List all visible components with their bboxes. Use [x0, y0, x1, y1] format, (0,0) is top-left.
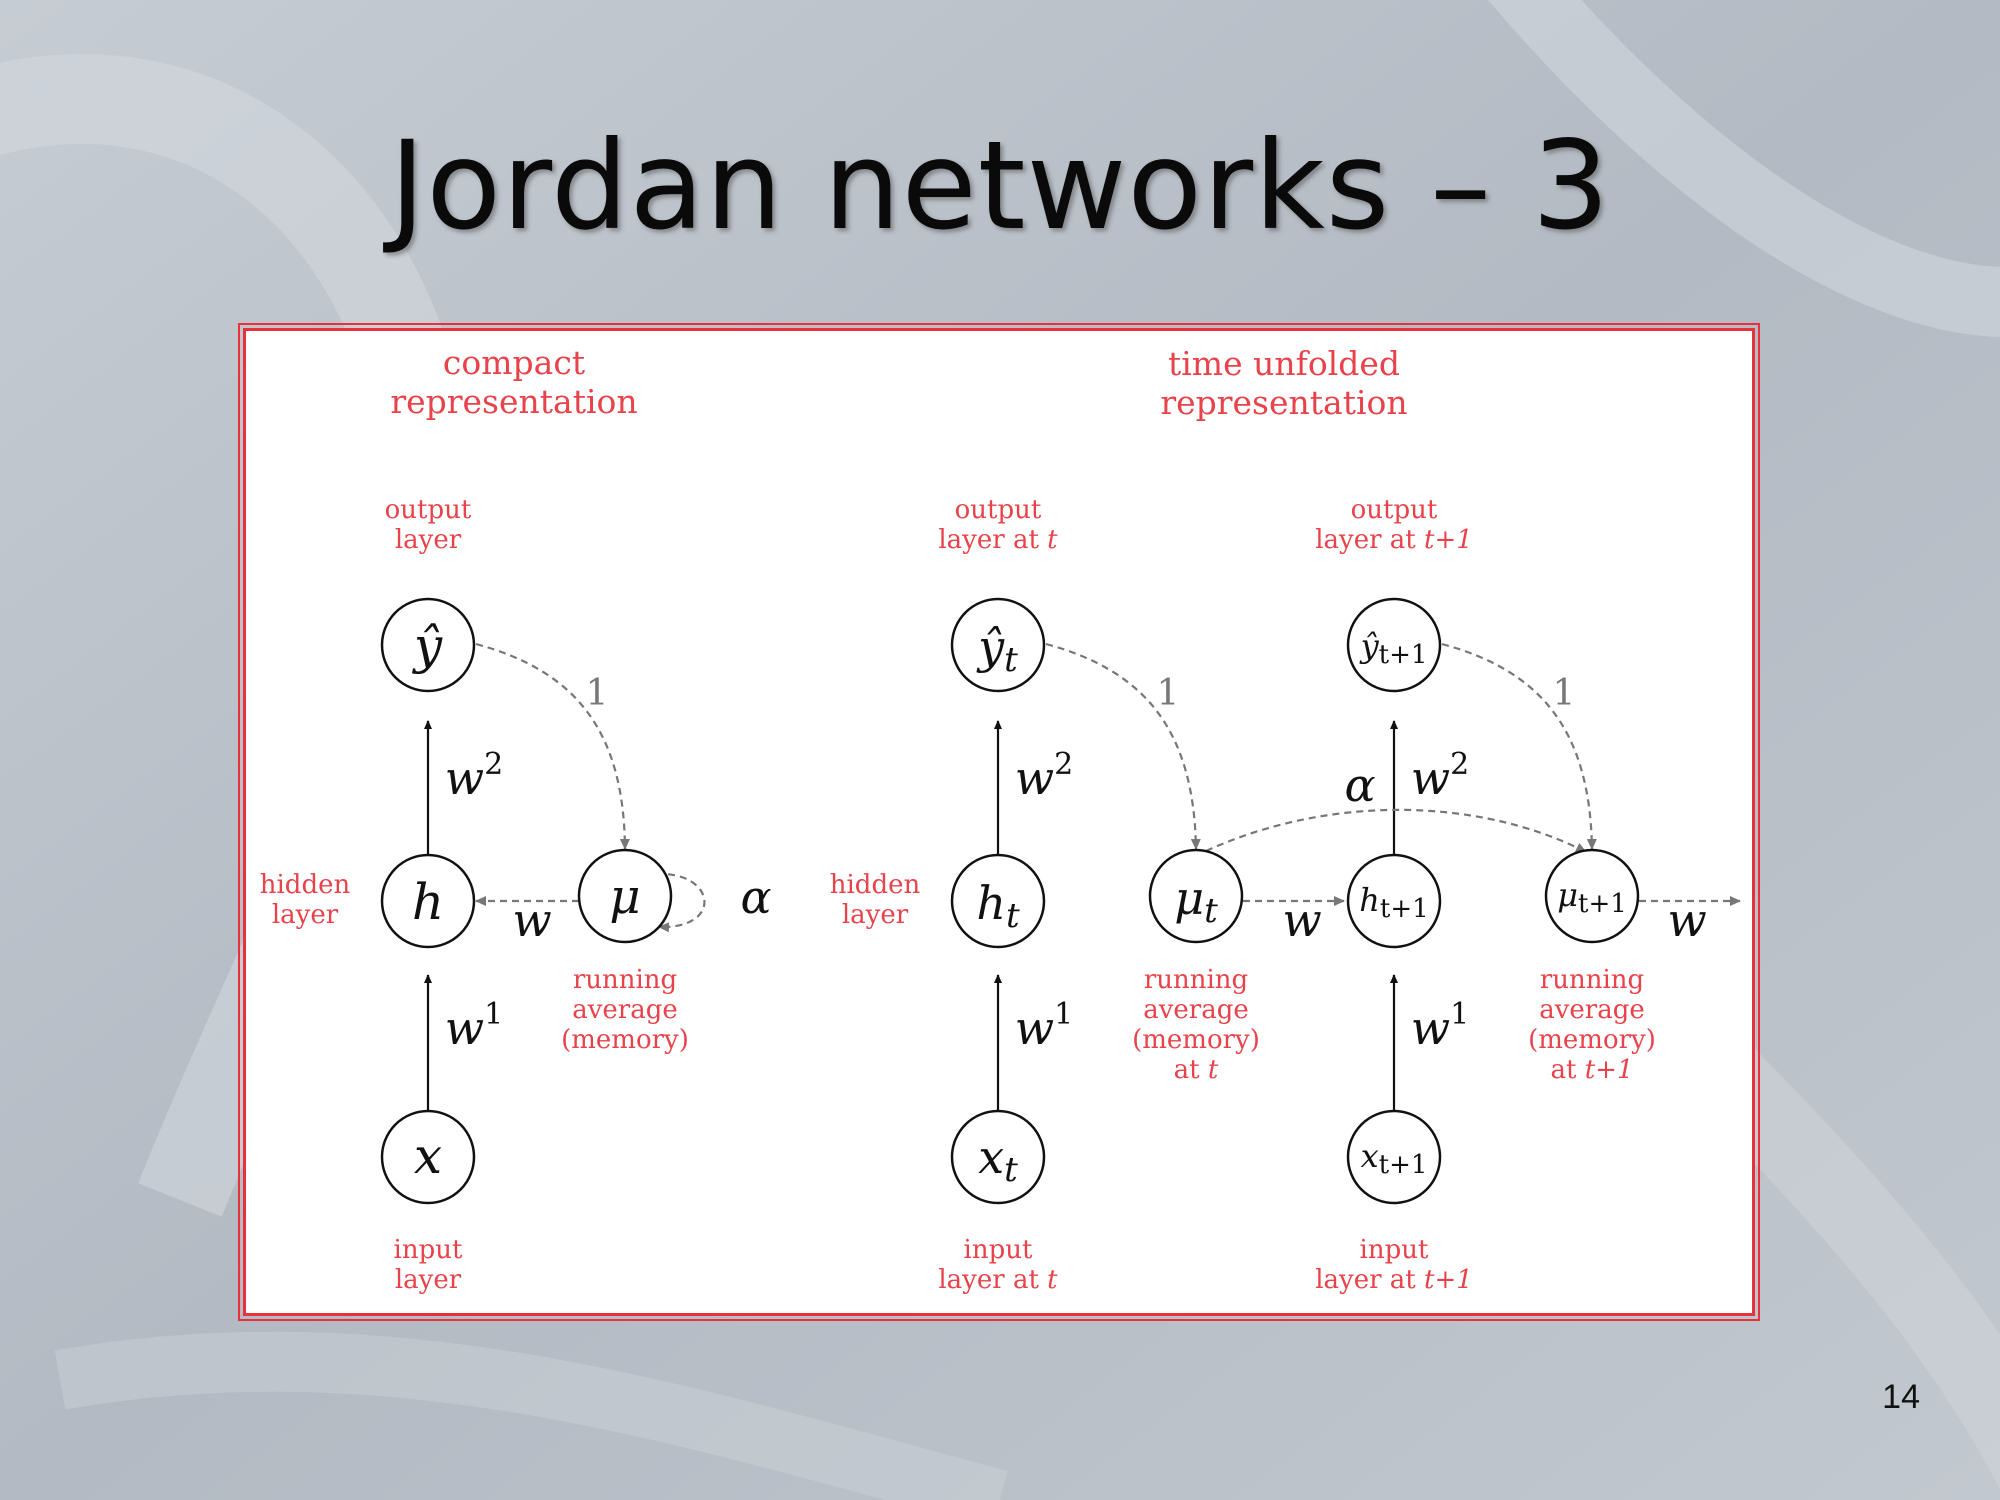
unfolded-memory-t1-line4: at t+1 — [1551, 1055, 1634, 1085]
compact-header-line2: representation — [390, 382, 637, 421]
unfolded-weight-w1-t-exp: 1 — [1054, 997, 1073, 1032]
unfolded-hidden-label-line1: hidden — [830, 870, 921, 900]
unfolded-header-line1: time unfolded — [1168, 344, 1400, 383]
unfolded-memory-t-line2: average — [1143, 995, 1249, 1025]
figure-panel: compact representation output layer hidd… — [238, 323, 1760, 1321]
unfolded-weight-w1-t-base: w — [1015, 1001, 1054, 1055]
unfolded-node-y-hat-t1-sub: t+1 — [1379, 640, 1428, 670]
unfolded-weight-w1-t1: w1 — [1411, 997, 1469, 1055]
unfolded-output-t1-line2-b: t+1 — [1424, 525, 1473, 555]
unfolded-memory-t-line4-a: at — [1174, 1055, 1208, 1085]
compact-output-label-line2: layer — [395, 525, 462, 555]
unfolded-memory-t1-line2: average — [1539, 995, 1645, 1025]
unfolded-node-y-hat-t-sub: t — [1004, 640, 1018, 680]
unfolded-weight-w-t: w — [1282, 893, 1321, 947]
unfolded-weight-w1-t1-exp: 1 — [1450, 997, 1469, 1032]
compact-weight-one: 1 — [586, 673, 609, 714]
slide-title: Jordan networks – 3 — [389, 115, 1611, 257]
unfolded-memory-t-line3: (memory) — [1132, 1025, 1260, 1055]
unfolded-output-t-line2-a: layer at — [938, 525, 1047, 555]
unfolded-node-x-t1-sub: t+1 — [1379, 1150, 1428, 1180]
unfolded-hidden-label-line2: layer — [842, 900, 909, 930]
unfolded-input-t-line2-b: t — [1047, 1265, 1058, 1295]
compact-node-h-label: h — [412, 873, 444, 931]
compact-weight-w2-exp: 2 — [484, 747, 503, 782]
unfolded-node-mu-t-sub: t — [1204, 891, 1218, 931]
unfolded-memory-t1-line4-a: at — [1551, 1055, 1585, 1085]
page-number: 14 — [1882, 1378, 1920, 1416]
unfolded-weight-w1-t: w1 — [1015, 997, 1073, 1055]
unfolded-output-t1-line2-a: layer at — [1315, 525, 1424, 555]
unfolded-weight-w2-t-base: w — [1015, 751, 1054, 805]
jordan-network-diagram: compact representation output layer hidd… — [260, 343, 1741, 1295]
unfolded-node-h-t1-base: h — [1359, 881, 1380, 919]
unfolded-memory-t1-line3: (memory) — [1528, 1025, 1656, 1055]
compact-header-line1: compact — [443, 343, 585, 382]
compact-memory-label-line2: average — [572, 995, 678, 1025]
unfolded-node-x-t-sub: t — [1004, 1150, 1018, 1190]
unfolded-input-t-line1: input — [964, 1235, 1033, 1265]
unfolded-node-h-t-base: h — [976, 876, 1006, 930]
unfolded-input-t1-line2-b: t+1 — [1424, 1265, 1473, 1295]
unfolded-output-t-line2: layer at t — [938, 525, 1058, 555]
unfolded-input-t1-line1: input — [1360, 1235, 1429, 1265]
compact-node-mu-label: μ — [609, 869, 640, 925]
unfolded-weight-w2-t: w2 — [1015, 747, 1073, 805]
compact-weight-w2-base: w — [445, 751, 484, 805]
unfolded-output-t-line2-b: t — [1047, 525, 1058, 555]
unfolded-weight-w2-t1: w2 — [1411, 747, 1469, 805]
compact-hidden-label-line1: hidden — [260, 870, 351, 900]
unfolded-output-t-line1: output — [955, 495, 1042, 525]
compact-memory-label-line1: running — [573, 965, 677, 995]
unfolded-weight-w2-t1-exp: 2 — [1450, 747, 1469, 782]
unfolded-input-t1-line2-a: layer at — [1315, 1265, 1424, 1295]
unfolded-output-t1-line2: layer at t+1 — [1315, 525, 1473, 555]
unfolded-weight-w2-t-exp: 2 — [1054, 747, 1073, 782]
unfolded-input-t-line2: layer at t — [938, 1265, 1058, 1295]
unfolded-node-x-t-base: x — [978, 1130, 1004, 1184]
unfolded-weight-one-t1: 1 — [1553, 673, 1576, 714]
unfolded-weight-w2-t1-base: w — [1411, 751, 1450, 805]
compact-weight-w1-base: w — [445, 1001, 484, 1055]
compact-weight-w1-exp: 1 — [484, 997, 503, 1032]
unfolded-node-y-hat-t-base: ŷ — [976, 620, 1005, 674]
unfolded-input-t1-line2: layer at t+1 — [1315, 1265, 1473, 1295]
compact-node-x-label: x — [414, 1127, 442, 1185]
unfolded-node-y-hat-t1-base: ŷ — [1359, 627, 1380, 665]
unfolded-input-t-line2-a: layer at — [938, 1265, 1047, 1295]
unfolded-node-h-t1-sub: t+1 — [1380, 894, 1429, 924]
compact-weight-w: w — [512, 893, 551, 947]
unfolded-weight-one-t: 1 — [1157, 673, 1180, 714]
unfolded-weight-alpha: α — [1344, 758, 1375, 812]
unfolded-weight-w-t1: w — [1667, 893, 1706, 947]
unfolded-node-x-t1-base: x — [1361, 1137, 1379, 1175]
compact-input-label-line1: input — [394, 1235, 463, 1265]
unfolded-memory-t1-line1: running — [1540, 965, 1644, 995]
compact-output-label-line1: output — [385, 495, 472, 525]
compact-weight-w2: w2 — [445, 747, 503, 805]
unfolded-header-line2: representation — [1160, 383, 1407, 422]
unfolded-memory-t-line1: running — [1144, 965, 1248, 995]
compact-weight-w1: w1 — [445, 997, 503, 1055]
unfolded-node-mu-t1-sub: t+1 — [1578, 889, 1627, 919]
unfolded-output-t1-line1: output — [1351, 495, 1438, 525]
unfolded-node-mu-t-base: μ — [1174, 871, 1204, 925]
compact-node-y-hat-label: ŷ — [412, 617, 443, 675]
compact-weight-alpha: α — [740, 870, 771, 924]
unfolded-memory-t-line4: at t — [1174, 1055, 1219, 1085]
compact-memory-label-line3: (memory) — [561, 1025, 689, 1055]
compact-input-label-line2: layer — [395, 1265, 462, 1295]
unfolded-node-mu-t1-base: μ — [1557, 876, 1578, 914]
unfolded-memory-t1-line4-b: t+1 — [1585, 1055, 1634, 1085]
unfolded-weight-w1-t1-base: w — [1411, 1001, 1450, 1055]
compact-hidden-label-line2: layer — [272, 900, 339, 930]
unfolded-edge-mut-to-mut1 — [1205, 808, 1587, 853]
unfolded-node-h-t-sub: t — [1006, 896, 1020, 936]
unfolded-memory-t-line4-b: t — [1208, 1055, 1219, 1085]
